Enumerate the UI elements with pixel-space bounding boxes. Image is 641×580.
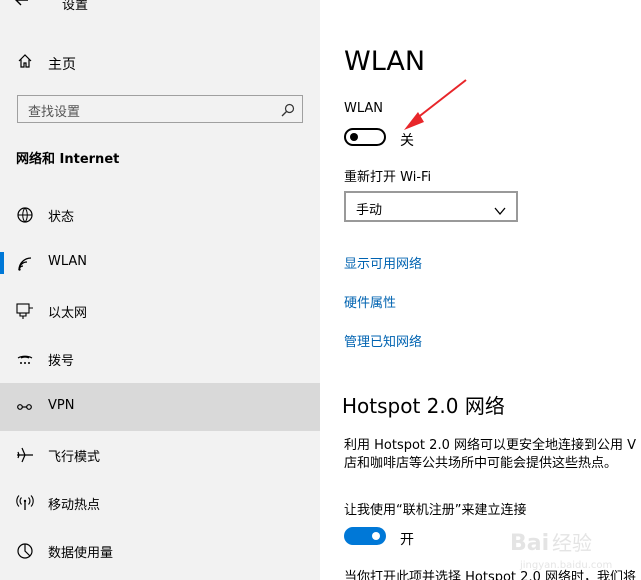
vpn-icon <box>16 398 34 416</box>
sidebar-item-label: 以太网 <box>48 306 88 321</box>
chevron-down-icon <box>494 201 506 216</box>
sidebar-item-status[interactable]: 状态 <box>0 191 320 239</box>
back-arrow-icon[interactable] <box>14 0 30 12</box>
sidebar-item-airplane[interactable]: 飞行模式 <box>0 431 320 479</box>
sidebar-item-hotspot[interactable]: 移动热点 <box>0 479 320 527</box>
dial-up-icon <box>16 350 34 368</box>
page-title: WLAN <box>344 46 426 77</box>
airplane-icon <box>16 446 34 464</box>
watermark-logo: Bai 经验 jingyan.baidu.com <box>500 520 640 580</box>
hotspot-section-title: Hotspot 2.0 网络 <box>342 394 505 418</box>
online-registration-label: 让我使用“联机注册”来建立连接 <box>344 503 527 518</box>
show-available-networks-link[interactable]: 显示可用网络 <box>344 253 422 272</box>
sidebar-item-label: 移动热点 <box>48 498 101 513</box>
sidebar-item-dialup[interactable]: 拨号 <box>0 335 320 383</box>
home-label: 主页 <box>48 57 76 73</box>
sidebar-item-ethernet[interactable]: 以太网 <box>0 287 320 335</box>
hotspot-desc-line1: 利用 Hotspot 2.0 网络可以更安全地连接到公用 V <box>344 438 636 453</box>
search-placeholder: 查找设置 <box>28 105 81 120</box>
sidebar-item-data-usage[interactable]: 数据使用量 <box>0 527 320 575</box>
sidebar-item-label: 数据使用量 <box>48 546 114 561</box>
app-title: 设置 <box>62 0 89 13</box>
search-icon[interactable] <box>281 102 295 117</box>
sidebar-item-vpn[interactable]: VPN <box>0 383 320 431</box>
online-registration-toggle[interactable] <box>344 527 386 545</box>
svg-text:经验: 经验 <box>552 531 592 555</box>
active-indicator <box>0 252 4 274</box>
globe-icon <box>16 206 34 224</box>
search-input[interactable]: 查找设置 <box>17 95 303 123</box>
reopen-wifi-dropdown[interactable]: 手动 <box>344 191 518 222</box>
data-usage-icon <box>16 542 34 560</box>
home-icon <box>17 53 33 69</box>
sidebar-item-label: WLAN <box>48 254 88 269</box>
hardware-properties-link[interactable]: 硬件属性 <box>344 292 396 311</box>
section-title: 网络和 Internet <box>16 152 120 167</box>
manage-known-networks-link[interactable]: 管理已知网络 <box>344 331 422 350</box>
hotspot-icon <box>16 494 34 512</box>
sidebar-item-home[interactable]: 主页 <box>0 47 320 79</box>
sidebar-item-label: VPN <box>48 398 75 413</box>
wlan-toggle-label: WLAN <box>344 101 384 116</box>
toggle-knob <box>372 532 380 540</box>
red-arrow-annotation <box>380 78 470 142</box>
sidebar-item-label: 飞行模式 <box>48 450 101 465</box>
dropdown-value: 手动 <box>356 203 383 218</box>
sidebar-item-label: 拨号 <box>48 354 75 369</box>
svg-text:jingyan.baidu.com: jingyan.baidu.com <box>519 560 612 571</box>
svg-text:Bai: Bai <box>510 531 549 556</box>
sidebar-item-wlan[interactable]: WLAN <box>0 239 320 287</box>
hotspot-description: 利用 Hotspot 2.0 网络可以更安全地连接到公用 V 店和咖啡店等公共场… <box>344 437 641 473</box>
content-pane: WLAN WLAN 关 重新打开 Wi-Fi 手动 显示可用网络 硬件属性 管理… <box>320 0 641 580</box>
wifi-icon <box>16 254 34 272</box>
online-registration-state: 开 <box>400 532 414 548</box>
toggle-knob <box>350 133 358 141</box>
sidebar-item-label: 状态 <box>48 210 75 225</box>
reopen-wifi-label: 重新打开 Wi-Fi <box>344 170 432 185</box>
sidebar: 设置 主页 查找设置 网络和 Internet 状态 WLAN 以太网 拨号 V… <box>0 0 320 580</box>
ethernet-icon <box>16 302 34 320</box>
hotspot-desc-line2: 店和咖啡店等公共场所中可能会提供这些热点。 <box>344 456 618 471</box>
